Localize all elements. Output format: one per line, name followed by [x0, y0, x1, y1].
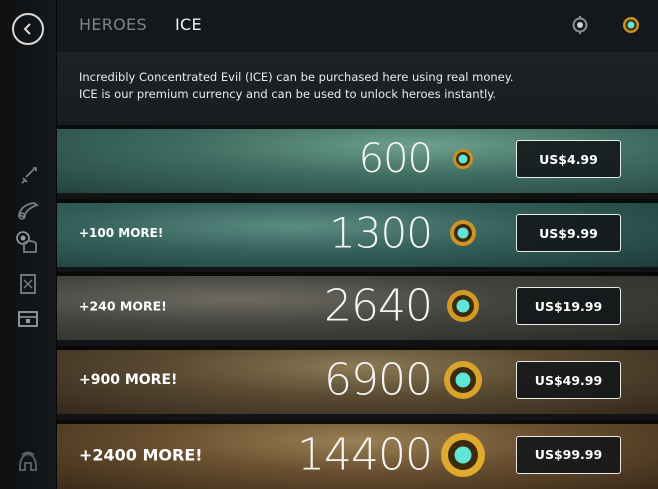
buy-button[interactable]: US$49.99 — [516, 361, 621, 399]
tab-ice[interactable]: ICE — [175, 15, 202, 34]
ice-currency-icon[interactable] — [620, 14, 642, 36]
spartan-helmet-icon[interactable] — [15, 449, 41, 475]
offer-amount: 1300 — [329, 208, 433, 258]
buy-button[interactable]: US$19.99 — [516, 287, 621, 325]
helmet-icon[interactable] — [15, 230, 41, 256]
offer-row[interactable]: +900 MORE! 6900 US$49.99 — [57, 346, 658, 414]
offer-amount: 600 — [358, 136, 433, 182]
offer-bonus: +240 MORE! — [79, 298, 167, 314]
chevron-left-icon — [23, 23, 31, 35]
ice-coin-icon — [450, 220, 476, 246]
offer-amount: 14400 — [297, 429, 433, 480]
back-button[interactable] — [12, 13, 44, 45]
ice-coin-icon — [453, 149, 473, 169]
sidebar — [0, 0, 57, 489]
offer-bonus: +2400 MORE! — [79, 445, 203, 464]
offer-bonus: +900 MORE! — [79, 372, 178, 388]
settings-gem-icon[interactable] — [569, 14, 591, 36]
buy-button[interactable]: US$9.99 — [516, 214, 621, 252]
ice-coin-icon — [441, 432, 485, 477]
offer-row[interactable]: +2400 MORE! 14400 US$99.99 — [57, 420, 658, 489]
info-panel: Incredibly Concentrated Evil (ICE) can b… — [57, 52, 658, 125]
scroll-icon[interactable] — [15, 271, 41, 297]
horn-icon[interactable] — [15, 197, 41, 223]
offer-amount: 6900 — [324, 354, 433, 406]
top-bar: HEROES ICE — [57, 0, 658, 52]
chest-icon[interactable] — [15, 305, 41, 331]
offer-row[interactable]: 600 US$4.99 — [57, 125, 658, 193]
buy-button[interactable]: US$4.99 — [516, 140, 621, 178]
offer-bonus: +100 MORE! — [79, 226, 164, 240]
sword-icon[interactable] — [15, 163, 41, 189]
offer-row[interactable]: +240 MORE! 2640 US$19.99 — [57, 272, 658, 340]
offer-amount: 2640 — [324, 280, 433, 332]
tab-heroes[interactable]: HEROES — [79, 15, 147, 34]
info-line-1: Incredibly Concentrated Evil (ICE) can b… — [79, 70, 514, 84]
offer-row[interactable]: +100 MORE! 1300 US$9.99 — [57, 199, 658, 267]
ice-coin-icon — [444, 361, 482, 399]
info-line-2: ICE is our premium currency and can be u… — [79, 87, 497, 101]
buy-button[interactable]: US$99.99 — [516, 435, 621, 474]
ice-coin-icon — [447, 290, 479, 322]
